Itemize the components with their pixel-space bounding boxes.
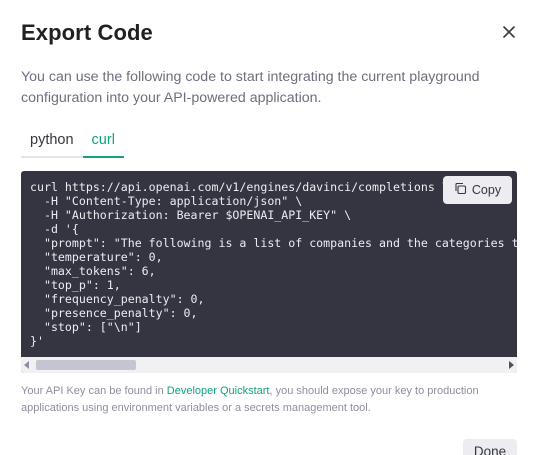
tab-python[interactable]: python: [21, 130, 83, 158]
code-line: -H "Authorization: Bearer $OPENAI_API_KE…: [30, 208, 352, 222]
code-line: "frequency_penalty": 0,: [30, 292, 205, 306]
close-icon[interactable]: [500, 23, 518, 41]
footnote-text-before: Your API Key can be found in: [21, 385, 167, 397]
copy-button[interactable]: Copy: [443, 176, 512, 204]
code-line: "max_tokens": 6,: [30, 264, 156, 278]
api-key-footnote: Your API Key can be found in Developer Q…: [21, 383, 521, 417]
code-line: -d '{: [30, 222, 79, 236]
scroll-right-arrow-icon[interactable]: [509, 361, 514, 369]
scroll-left-arrow-icon[interactable]: [24, 361, 29, 369]
code-line: "temperature": 0,: [30, 250, 163, 264]
developer-quickstart-link[interactable]: Developer Quickstart: [167, 385, 270, 397]
code-line: "prompt": "The following is a list of co…: [43, 236, 517, 250]
code-line: "top_p": 1,: [30, 278, 121, 292]
done-button[interactable]: Done: [463, 439, 517, 455]
code-line: }': [30, 334, 44, 348]
modal-title: Export Code: [21, 20, 153, 45]
language-tabs: python curl: [21, 130, 124, 158]
copy-label: Copy: [471, 183, 502, 197]
copy-icon: [454, 182, 467, 198]
scroll-thumb[interactable]: [36, 360, 136, 370]
modal-description: You can use the following code to start …: [21, 69, 480, 106]
code-line: "stop": ["\n"]: [30, 320, 142, 334]
tab-curl[interactable]: curl: [82, 130, 124, 158]
code-content: curl https://api.openai.com/v1/engines/d…: [30, 180, 517, 348]
export-code-modal: Export Code You can use the following co…: [0, 0, 538, 455]
horizontal-scrollbar[interactable]: [21, 357, 517, 373]
code-line: "presence_penalty": 0,: [30, 306, 198, 320]
